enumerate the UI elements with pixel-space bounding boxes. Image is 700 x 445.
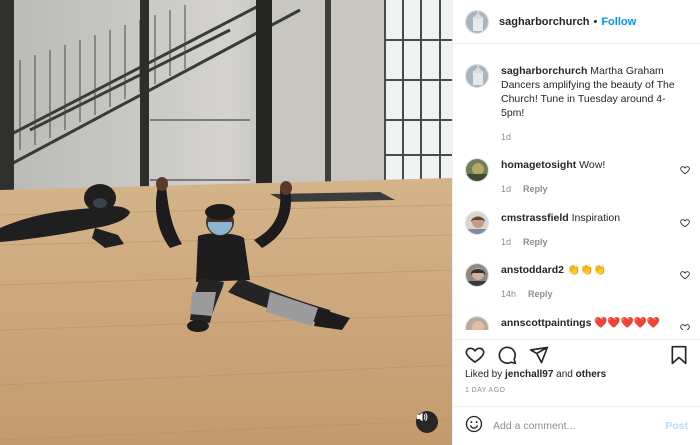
likes-others[interactable]: others xyxy=(576,369,607,380)
comment-item: anstoddard2 👏👏👏 14h Reply xyxy=(453,263,700,301)
like-heart-icon[interactable] xyxy=(465,345,485,365)
comment-username[interactable]: anstoddard2 xyxy=(501,264,564,276)
likes-user[interactable]: jenchall97 xyxy=(505,369,553,380)
post-header: sagharborchurch • Follow xyxy=(453,0,700,44)
reply-button[interactable]: Reply xyxy=(528,289,553,299)
reply-button[interactable]: Reply xyxy=(523,184,548,194)
commenter-avatar[interactable] xyxy=(465,211,489,235)
comment-item: homagetosight Wow! 1d Reply xyxy=(453,158,700,196)
author-avatar[interactable] xyxy=(465,9,489,34)
author-username[interactable]: sagharborchurch xyxy=(499,16,589,28)
caption-avatar[interactable] xyxy=(465,64,489,88)
caption-time: 1d xyxy=(501,132,512,142)
action-bar xyxy=(453,339,700,369)
likes-summary: Liked by jenchall97 and others xyxy=(465,369,606,380)
comment-text: Inspiration xyxy=(571,212,621,224)
follow-button[interactable]: Follow xyxy=(601,16,636,28)
add-comment-bar: Post xyxy=(453,406,700,445)
comment-text: 👏👏👏 xyxy=(566,264,607,276)
post-side-panel: sagharborchurch • Follow sagharborchurch… xyxy=(452,0,700,445)
comment-bubble-icon[interactable] xyxy=(497,345,517,365)
comment-username[interactable]: homagetosight xyxy=(501,159,576,171)
save-bookmark-icon[interactable] xyxy=(670,345,688,365)
reply-button[interactable]: Reply xyxy=(523,237,548,247)
likes-prefix: Liked by xyxy=(465,369,503,380)
caption-username[interactable]: sagharborchurch xyxy=(501,65,587,77)
comment-time: 1d xyxy=(501,184,512,194)
like-comment-heart-icon[interactable] xyxy=(680,215,690,233)
emoji-icon[interactable] xyxy=(465,415,483,438)
comments-list[interactable]: sagharborchurch Martha Graham Dancers am… xyxy=(453,52,700,330)
commenter-avatar[interactable] xyxy=(465,316,489,330)
comment-item: cmstrassfield Inspiration 1d Reply xyxy=(453,211,700,249)
comment-input[interactable] xyxy=(493,420,666,432)
post-caption: sagharborchurch Martha Graham Dancers am… xyxy=(453,52,700,144)
speaker-icon xyxy=(417,412,428,422)
post-timestamp[interactable]: 1 DAY AGO xyxy=(465,387,505,394)
video-frame xyxy=(0,0,452,445)
comment-item: annscottpaintings ❤️❤️❤️❤️❤️ xyxy=(453,316,700,330)
audio-toggle-button[interactable] xyxy=(416,411,438,433)
comment-username[interactable]: cmstrassfield xyxy=(501,212,569,224)
separator-dot: • xyxy=(593,15,598,28)
comment-time: 1d xyxy=(501,237,512,247)
commenter-avatar[interactable] xyxy=(465,263,489,287)
share-send-icon[interactable] xyxy=(529,345,549,365)
comment-username[interactable]: annscottpaintings xyxy=(501,317,591,329)
likes-joiner: and xyxy=(556,369,573,380)
post-comment-button[interactable]: Post xyxy=(665,420,688,432)
comment-time: 14h xyxy=(501,289,517,299)
like-comment-heart-icon[interactable] xyxy=(680,320,690,330)
comment-text: Wow! xyxy=(579,159,606,171)
comment-text: ❤️❤️❤️❤️❤️ xyxy=(594,317,660,329)
post-video[interactable] xyxy=(0,0,452,445)
like-comment-heart-icon[interactable] xyxy=(680,267,690,285)
commenter-avatar[interactable] xyxy=(465,158,489,182)
like-comment-heart-icon[interactable] xyxy=(680,162,690,180)
